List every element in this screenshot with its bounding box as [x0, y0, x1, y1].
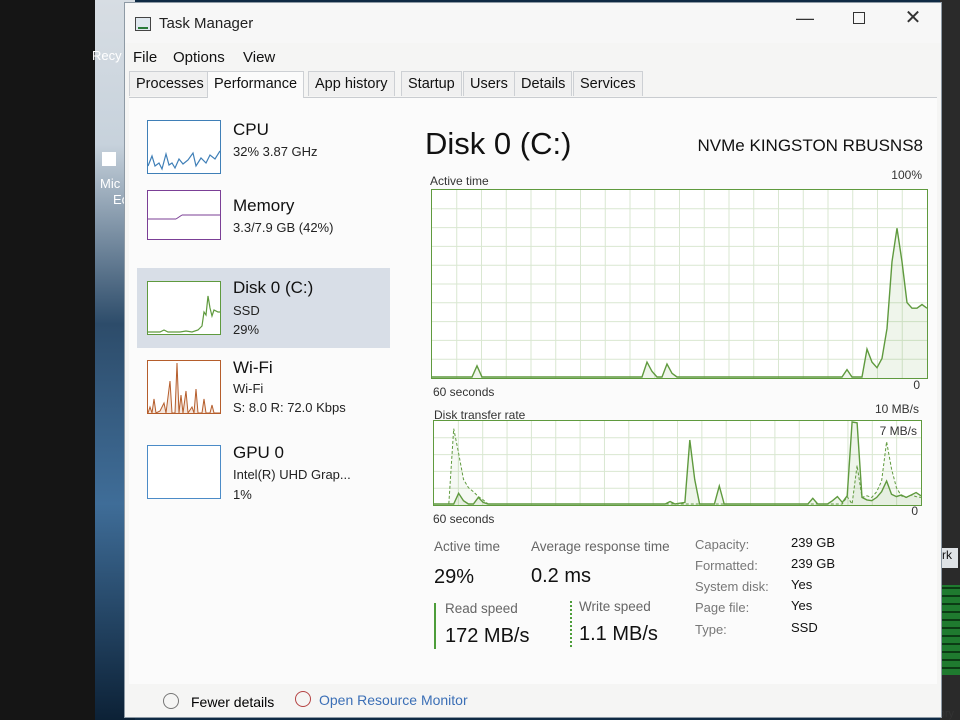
tab-performance[interactable]: Performance	[207, 71, 305, 98]
resource-sidebar: CPU 32% 3.87 GHz Memory 3.3/7.9 GB (42%)	[137, 108, 392, 548]
device-model: NVMe KINGSTON RBUSNS8	[697, 136, 923, 155]
tab-services[interactable]: Services	[573, 71, 643, 96]
system-disk-value: Yes	[791, 577, 813, 592]
read-speed-indicator	[434, 603, 436, 649]
background-graph-fragment	[942, 585, 960, 675]
menu-view[interactable]: View	[243, 49, 275, 66]
sidebar-item-gpu[interactable]: GPU 0 Intel(R) UHD Grap... 1%	[137, 433, 390, 513]
system-disk-label: System disk:	[695, 579, 769, 594]
title-bar[interactable]: Task Manager — ✕	[125, 3, 941, 43]
desktop-icon-label-recycle[interactable]: Recy	[92, 48, 122, 63]
tab-startup[interactable]: Startup	[401, 71, 462, 96]
menu-options[interactable]: Options	[173, 49, 225, 66]
sidebar-wifi-title: Wi-Fi	[233, 358, 273, 377]
sidebar-item-wifi[interactable]: Wi-Fi Wi-Fi S: 8.0 R: 72.0 Kbps	[137, 348, 390, 428]
tab-bar: Processes Performance App history Startu…	[129, 71, 937, 98]
fewer-details-link[interactable]: Fewer details	[191, 694, 274, 710]
background-window-label: rk	[942, 548, 958, 568]
type-value: SSD	[791, 620, 818, 635]
page-title: Disk 0 (C:)	[425, 126, 572, 161]
avg-response-value: 0.2 ms	[531, 565, 592, 587]
sidebar-memory-usage: 3.3/7.9 GB (42%)	[233, 220, 334, 235]
open-resource-monitor-link[interactable]: Open Resource Monitor	[319, 692, 468, 708]
sidebar-gpu-title: GPU 0	[233, 443, 285, 462]
disk-mini-graph	[147, 281, 221, 335]
sidebar-wifi-throughput: S: 8.0 R: 72.0 Kbps	[233, 400, 346, 415]
write-speed-indicator	[570, 601, 572, 647]
read-speed-value: 172 MB/s	[445, 625, 530, 647]
resource-monitor-icon[interactable]	[295, 691, 311, 707]
write-speed-value: 1.1 MB/s	[579, 623, 658, 645]
active-time-chart-label: Active time	[430, 174, 489, 188]
memory-mini-graph	[147, 190, 221, 240]
sidebar-disk-usage: 29%	[233, 322, 260, 337]
menu-file[interactable]: File	[133, 49, 157, 66]
transfer-rate-chart-xlabel: 60 seconds	[433, 512, 495, 526]
tab-details[interactable]: Details	[514, 71, 573, 96]
transfer-rate-chart-svg	[434, 421, 922, 506]
tab-processes[interactable]: Processes	[129, 71, 211, 96]
active-time-chart-svg	[432, 190, 928, 378]
sidebar-cpu-usage: 32% 3.87 GHz	[233, 144, 318, 159]
active-time-chart-min: 0	[913, 378, 920, 392]
cpu-mini-graph	[147, 120, 221, 174]
active-time-chart-xlabel: 60 seconds	[433, 385, 495, 399]
sidebar-disk-type: SSD	[233, 303, 260, 318]
chevron-up-icon[interactable]	[163, 693, 179, 709]
close-button[interactable]: ✕	[891, 3, 935, 35]
read-speed-label: Read speed	[445, 601, 518, 616]
maximize-icon	[853, 12, 865, 24]
edge-desktop-icon[interactable]	[102, 152, 116, 166]
transfer-rate-chart: 7 MB/s	[433, 420, 922, 506]
window-title: Task Manager	[159, 15, 254, 32]
capacity-value: 239 GB	[791, 535, 836, 550]
sidebar-wifi-adapter: Wi-Fi	[233, 381, 264, 396]
page-file-value: Yes	[791, 598, 813, 613]
gpu-mini-graph	[147, 445, 221, 499]
transfer-rate-chart-max: 10 MB/s	[874, 402, 919, 416]
maximize-button[interactable]	[837, 3, 881, 35]
active-time-chart	[431, 189, 928, 379]
task-manager-window: Task Manager — ✕ File Options View Proce…	[124, 2, 942, 718]
menu-bar: File Options View	[125, 45, 941, 71]
capacity-label: Capacity:	[695, 537, 750, 552]
sidebar-item-memory[interactable]: Memory 3.3/7.9 GB (42%)	[137, 188, 390, 268]
wifi-mini-sparkline	[147, 362, 220, 415]
transfer-rate-inner-label: 7 MB/s	[879, 424, 917, 438]
tab-users[interactable]: Users	[463, 71, 515, 96]
active-time-stat-value: 29%	[434, 566, 475, 588]
avg-response-label: Average response time	[531, 539, 670, 554]
minimize-button[interactable]: —	[783, 3, 827, 35]
write-speed-label: Write speed	[579, 599, 651, 614]
performance-panel: CPU 32% 3.87 GHz Memory 3.3/7.9 GB (42%)	[129, 98, 937, 684]
sidebar-item-cpu[interactable]: CPU 32% 3.87 GHz	[137, 108, 390, 188]
page-file-label: Page file:	[695, 600, 750, 615]
sidebar-item-disk-0[interactable]: Disk 0 (C:) SSD 29%	[137, 268, 390, 348]
transfer-rate-chart-min: 0	[911, 504, 918, 518]
sidebar-cpu-title: CPU	[233, 120, 269, 139]
memory-mini-bar	[148, 214, 220, 220]
active-time-stat-label: Active time	[434, 539, 501, 554]
desktop-icon-label-mic[interactable]: Mic	[100, 176, 120, 191]
cpu-mini-sparkline	[147, 150, 221, 171]
sidebar-gpu-model: Intel(R) UHD Grap...	[233, 467, 351, 482]
type-label: Type:	[695, 622, 727, 637]
sidebar-memory-title: Memory	[233, 196, 295, 215]
active-time-chart-max: 100%	[891, 168, 922, 182]
sidebar-disk-title: Disk 0 (C:)	[233, 278, 314, 297]
sidebar-gpu-usage: 1%	[233, 487, 252, 502]
task-manager-icon	[135, 17, 151, 31]
formatted-value: 239 GB	[791, 556, 836, 571]
tab-app-history[interactable]: App history	[308, 71, 395, 96]
active-time-grid	[432, 190, 927, 378]
wifi-mini-graph	[147, 360, 221, 415]
monitor-bezel	[0, 0, 95, 720]
disk-mini-sparkline	[148, 295, 220, 333]
formatted-label: Formatted:	[695, 558, 758, 573]
